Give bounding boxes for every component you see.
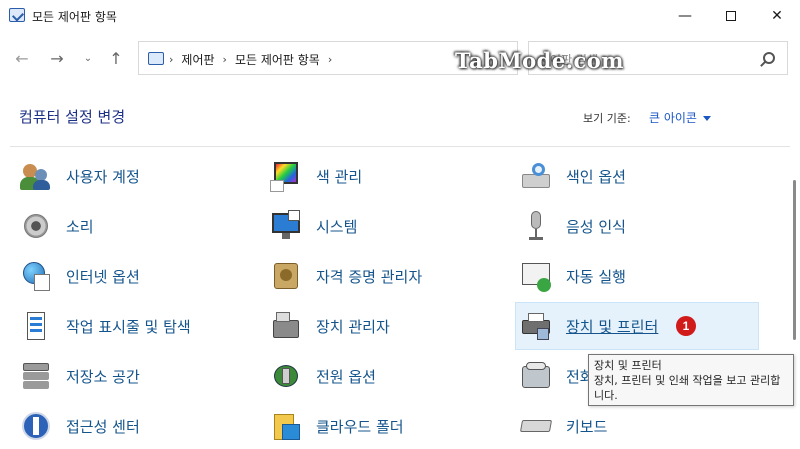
breadcrumb-separator[interactable]: › xyxy=(169,53,173,66)
item-internet-options[interactable]: 인터넷 옵션 xyxy=(2,254,244,298)
maximize-icon xyxy=(726,11,736,21)
item-label: 전원 옵션 xyxy=(316,367,376,386)
tooltip-title: 장치 및 프린터 xyxy=(594,359,662,372)
internet-options-icon xyxy=(20,260,52,292)
maximize-button[interactable] xyxy=(708,0,754,32)
item-label: 키보드 xyxy=(566,417,608,436)
item-indexing-options[interactable]: 색인 옵션 xyxy=(502,154,760,198)
breadcrumb-separator[interactable]: › xyxy=(223,53,227,66)
item-label: 자동 실행 xyxy=(566,267,626,286)
sound-icon xyxy=(20,210,52,242)
step-badge: 1 xyxy=(676,316,696,336)
item-speech-recognition[interactable]: 음성 인식 xyxy=(502,204,760,248)
vertical-scrollbar[interactable] xyxy=(793,180,796,340)
view-by-dropdown[interactable]: 큰 아이콘 xyxy=(649,109,711,126)
item-user-accounts[interactable]: 사용자 계정 xyxy=(2,154,244,198)
item-keyboard[interactable]: 키보드 xyxy=(502,404,760,448)
item-label: 색 관리 xyxy=(316,167,363,186)
devices-printers-icon xyxy=(520,310,552,342)
item-ease-of-access[interactable]: 접근성 센터 xyxy=(2,404,244,448)
item-power-options[interactable]: 전원 옵션 xyxy=(252,354,504,398)
item-phone-modem[interactable]: 전화 xyxy=(502,354,594,398)
item-credential-manager[interactable]: 자격 증명 관리자 xyxy=(252,254,504,298)
item-taskbar[interactable]: 작업 표시줄 및 탐색 xyxy=(2,304,244,348)
breadcrumb: › 제어판 › 모든 제어판 항목 › xyxy=(169,51,332,68)
item-autoplay[interactable]: 자동 실행 xyxy=(502,254,760,298)
minimize-button[interactable]: — xyxy=(662,0,708,32)
back-button[interactable]: ← xyxy=(8,44,36,72)
item-label: 인터넷 옵션 xyxy=(66,267,140,286)
forward-button[interactable]: → xyxy=(43,44,71,72)
speech-recognition-icon xyxy=(520,210,552,242)
user-accounts-icon xyxy=(20,160,52,192)
recent-locations-button[interactable]: ⌄ xyxy=(74,44,102,72)
tooltip-description: 장치, 프린터 및 인쇄 작업을 보고 관리합니다. xyxy=(594,374,781,402)
item-label: 클라우드 폴더 xyxy=(316,417,404,436)
navigation-bar: ← → ⌄ ↑ › 제어판 › 모든 제어판 항목 › 제어판 검색 xyxy=(0,38,800,78)
item-label: 장치 및 프린터 xyxy=(566,317,659,336)
item-system[interactable]: 시스템 xyxy=(252,204,504,248)
autoplay-icon xyxy=(520,260,552,292)
cloud-folder-icon xyxy=(270,410,302,442)
item-label: 접근성 센터 xyxy=(66,417,140,436)
device-manager-icon xyxy=(270,310,302,342)
ease-of-access-icon xyxy=(20,410,52,442)
item-label: 음성 인식 xyxy=(566,217,626,236)
item-devices-printers[interactable]: 장치 및 프린터 xyxy=(515,302,759,350)
tooltip: 장치 및 프린터 장치, 프린터 및 인쇄 작업을 보고 관리합니다. xyxy=(588,354,794,406)
keyboard-icon xyxy=(519,410,553,442)
window-title: 모든 제어판 항목 xyxy=(32,10,117,24)
item-device-manager[interactable]: 장치 관리자 xyxy=(252,304,504,348)
phone-modem-icon xyxy=(520,360,552,392)
control-panel-icon xyxy=(9,8,25,22)
power-options-icon xyxy=(270,360,302,392)
color-management-icon xyxy=(270,160,302,192)
item-color-management[interactable]: 색 관리 xyxy=(252,154,504,198)
item-label: 시스템 xyxy=(316,217,358,236)
item-sound[interactable]: 소리 xyxy=(2,204,244,248)
item-storage-spaces[interactable]: 저장소 공간 xyxy=(2,354,244,398)
item-label: 소리 xyxy=(66,217,94,236)
credential-manager-icon xyxy=(270,260,302,292)
item-label: 색인 옵션 xyxy=(566,167,626,186)
taskbar-icon xyxy=(20,310,52,342)
watermark-logo: TabMode.com xyxy=(455,48,625,73)
storage-spaces-icon xyxy=(20,360,52,392)
breadcrumb-all-items[interactable]: 모든 제어판 항목 xyxy=(235,51,320,68)
title-bar: 모든 제어판 항목 — ✕ xyxy=(0,0,800,32)
close-button[interactable]: ✕ xyxy=(754,0,800,32)
control-panel-icon xyxy=(148,52,164,65)
page-title: 컴퓨터 설정 변경 xyxy=(19,108,126,126)
item-label: 작업 표시줄 및 탐색 xyxy=(66,317,191,336)
up-button[interactable]: ↑ xyxy=(102,44,130,72)
item-label: 저장소 공간 xyxy=(66,367,140,386)
breadcrumb-control-panel[interactable]: 제어판 xyxy=(181,51,214,68)
breadcrumb-separator[interactable]: › xyxy=(328,53,332,66)
header-divider xyxy=(10,146,790,147)
search-icon[interactable] xyxy=(763,52,775,64)
item-cloud-folder[interactable]: 클라우드 폴더 xyxy=(252,404,504,448)
item-label: 장치 관리자 xyxy=(316,317,390,336)
item-label: 사용자 계정 xyxy=(66,167,140,186)
indexing-options-icon xyxy=(520,160,552,192)
system-icon xyxy=(270,210,302,242)
item-label: 자격 증명 관리자 xyxy=(316,267,423,286)
view-by-label: 보기 기준: xyxy=(583,112,631,125)
